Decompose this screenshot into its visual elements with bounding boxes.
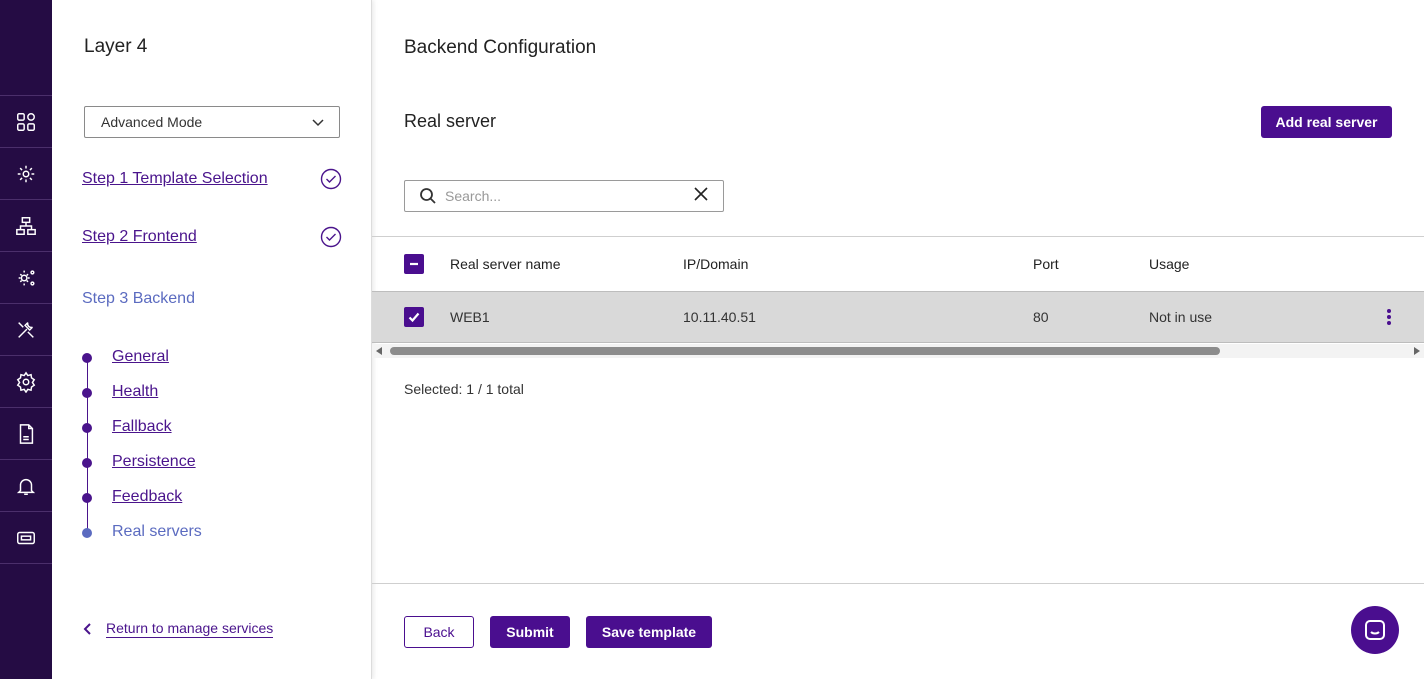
cell-usage: Not in use [1149,309,1213,325]
substep-real-servers: Real servers [112,523,202,540]
return-link-label: Return to manage services [106,620,274,638]
step-2-frontend-link[interactable]: Step 2 Frontend [82,228,197,246]
row-checkbox[interactable] [404,307,424,327]
search-icon [420,188,436,204]
substep-dot [82,458,92,468]
rail-item-dashboard[interactable] [0,96,52,148]
cluster-settings-icon [18,269,35,286]
network-icon [16,216,36,235]
substep-health-link[interactable]: Health [112,383,158,401]
column-header-usage[interactable]: Usage [1149,256,1189,272]
table-header: Real server name IP/Domain Port Usage [372,237,1424,291]
column-header-ip[interactable]: IP/Domain [683,256,748,272]
settings-icon [16,371,36,393]
horizontal-scrollbar[interactable] [372,344,1424,358]
rail-item-network[interactable] [0,200,52,252]
substep-general-link[interactable]: General [112,348,169,366]
cell-ip: 10.11.40.51 [683,309,756,325]
step-3-backend: Step 3 Backend [82,290,195,307]
rail-item-tickets[interactable] [0,512,52,564]
step-1-template-selection-link[interactable]: Step 1 Template Selection [82,170,268,188]
dashboard-icon [17,112,35,131]
services-icon [17,165,35,182]
bell-icon [16,478,36,495]
column-header-port[interactable]: Port [1033,256,1059,272]
substep-dot-current [82,528,92,538]
page-title: Backend Configuration [404,37,597,58]
clear-search-button[interactable] [693,186,709,207]
section-title: Real server [404,111,497,131]
step-2-check-icon [320,226,342,248]
chevron-left-icon [83,623,91,635]
save-template-button[interactable]: Save template [586,616,712,648]
check-icon [408,312,420,323]
ticket-icon [17,531,35,544]
column-header-name[interactable]: Real server name [450,256,561,272]
scrollbar-thumb[interactable] [390,347,1220,355]
steps-panel-title: Layer 4 [84,36,148,57]
search-input[interactable] [445,188,693,204]
rail-logo-area [0,0,52,96]
substeps-line [87,357,88,532]
chat-button[interactable] [1351,606,1399,654]
scroll-left-icon[interactable] [376,347,382,355]
scroll-right-icon[interactable] [1414,347,1420,355]
chevron-down-icon [312,119,324,127]
chat-icon [1365,620,1385,640]
submit-button[interactable]: Submit [490,616,570,648]
back-button[interactable]: Back [404,616,474,648]
footer-divider [372,583,1424,584]
substep-feedback-link[interactable]: Feedback [112,488,182,506]
row-actions-menu-icon[interactable] [1382,306,1396,328]
rail-item-services[interactable] [0,148,52,200]
selection-count: Selected: 1 / 1 total [404,381,524,397]
cell-port: 80 [1033,309,1049,325]
substep-dot [82,388,92,398]
search-box [404,180,724,212]
mode-select-value: Advanced Mode [101,114,203,130]
log-icon [19,423,34,444]
minus-icon [410,262,418,266]
rail-item-logs[interactable] [0,408,52,460]
icon-rail [0,0,52,679]
steps-panel: Layer 4 Advanced Mode Step 1 Template Se… [52,0,372,679]
rail-item-tools[interactable] [0,304,52,356]
substep-fallback-link[interactable]: Fallback [112,418,172,436]
rail-item-notifications[interactable] [0,460,52,512]
app-root: Layer 4 Advanced Mode Step 1 Template Se… [0,0,1424,679]
rail-item-settings[interactable] [0,356,52,408]
add-real-server-button[interactable]: Add real server [1261,106,1392,138]
close-icon [694,186,708,201]
cell-name: WEB1 [450,309,490,325]
table-row[interactable]: WEB1 10.11.40.51 80 Not in use [372,291,1424,343]
return-to-manage-services-link[interactable]: Return to manage services [80,620,274,638]
tools-icon [18,321,34,338]
substep-persistence-link[interactable]: Persistence [112,453,196,471]
select-all-checkbox[interactable] [404,254,424,274]
substep-dot [82,493,92,503]
substep-dot [82,353,92,363]
rail-item-cluster-settings[interactable] [0,252,52,304]
step-1-check-icon [320,168,342,190]
substep-dot [82,423,92,433]
mode-select[interactable]: Advanced Mode [84,106,340,138]
